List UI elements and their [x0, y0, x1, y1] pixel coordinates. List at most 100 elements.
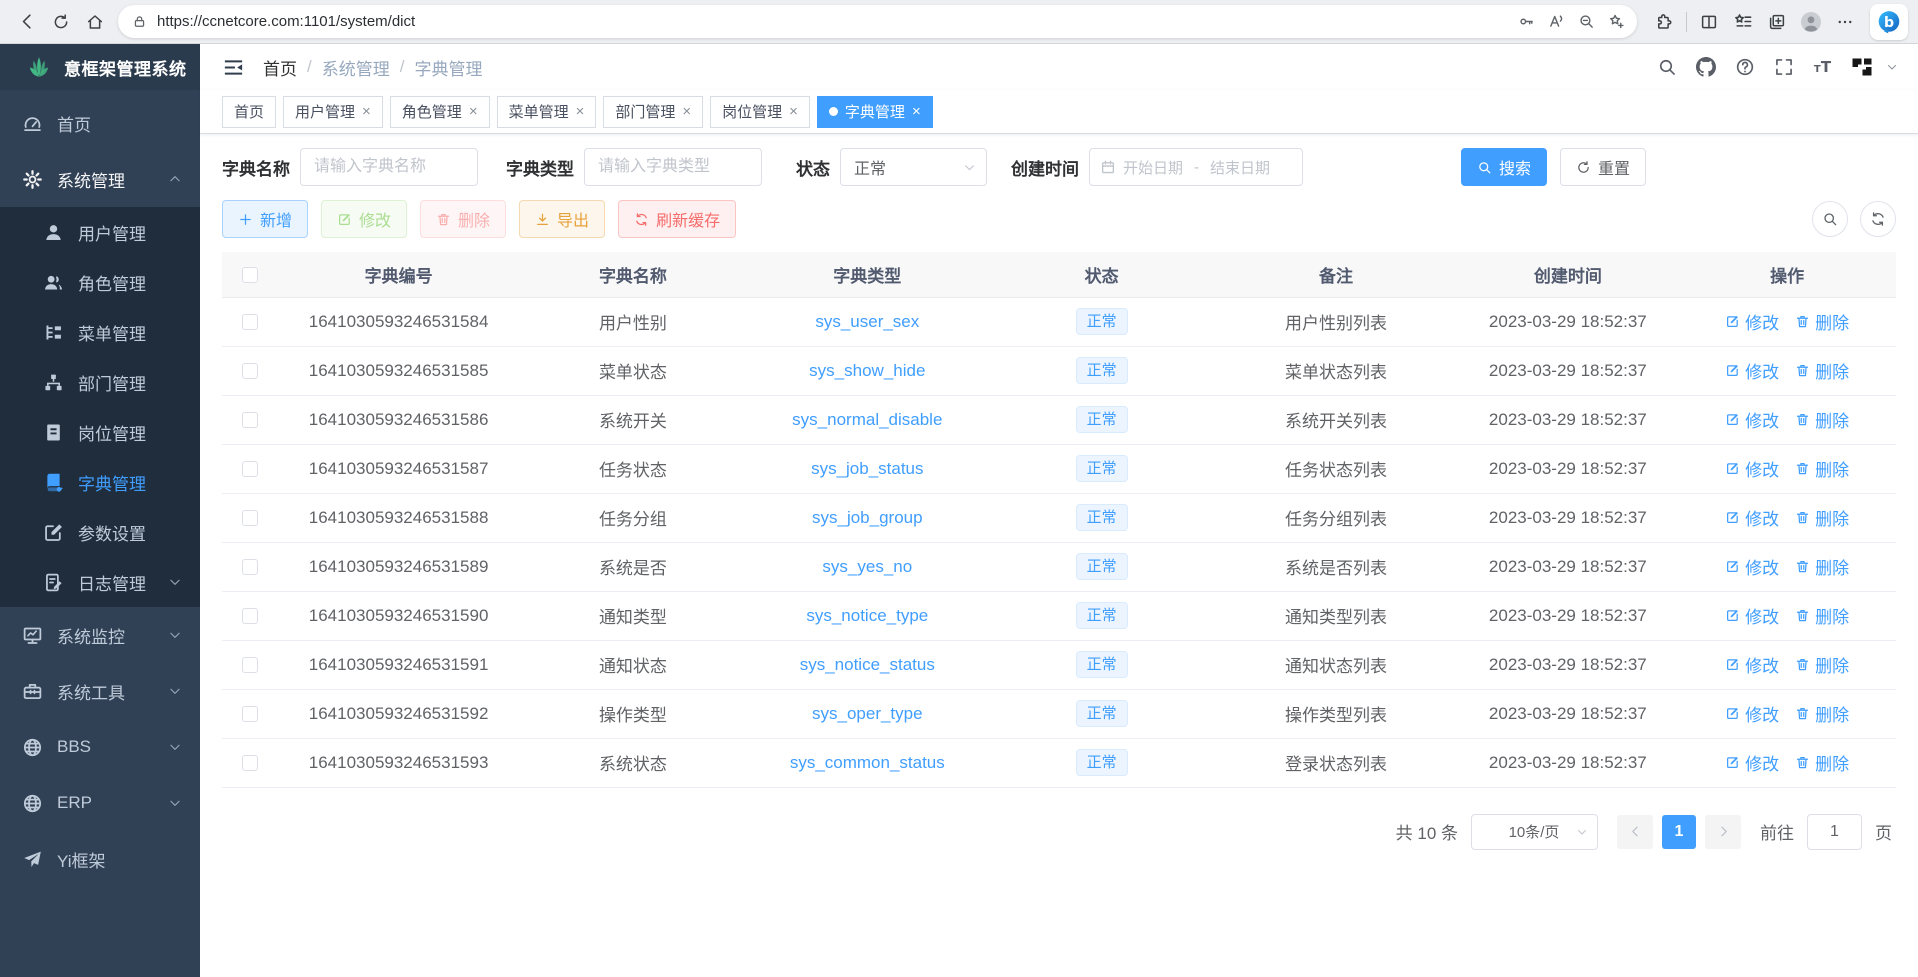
extensions-icon[interactable]	[1647, 5, 1681, 39]
row-delete-link[interactable]: 删除	[1795, 750, 1849, 775]
row-checkbox[interactable]	[242, 363, 258, 379]
tab-close-icon[interactable]: ×	[912, 104, 921, 119]
row-delete-link[interactable]: 删除	[1795, 554, 1849, 579]
sidebar-item-log[interactable]: 日志管理	[0, 557, 200, 607]
tab-close-icon[interactable]: ×	[362, 104, 371, 119]
row-checkbox[interactable]	[242, 314, 258, 330]
sidebar-item-globe[interactable]: ERP	[0, 775, 200, 831]
row-checkbox[interactable]	[242, 657, 258, 673]
row-checkbox[interactable]	[242, 461, 258, 477]
bing-chat-icon[interactable]: b	[1870, 4, 1908, 40]
dict-type-link[interactable]: sys_oper_type	[812, 704, 923, 723]
row-checkbox[interactable]	[242, 510, 258, 526]
column-header[interactable]: 状态	[989, 252, 1215, 297]
read-aloud-icon[interactable]	[1541, 7, 1571, 37]
search-button[interactable]: 搜索	[1461, 148, 1547, 186]
column-header[interactable]: 字典类型	[746, 252, 989, 297]
breadcrumb-home[interactable]: 首页	[263, 55, 297, 80]
sidebar-item-edit[interactable]: 参数设置	[0, 507, 200, 557]
tab-用户管理[interactable]: 用户管理×	[283, 96, 383, 128]
collections-icon[interactable]	[1760, 5, 1794, 39]
sidebar-item-globe[interactable]: BBS	[0, 719, 200, 775]
row-delete-link[interactable]: 删除	[1795, 407, 1849, 432]
page-size-select[interactable]: 10条/页	[1471, 814, 1598, 850]
row-delete-link[interactable]: 删除	[1795, 309, 1849, 334]
tab-close-icon[interactable]: ×	[576, 104, 585, 119]
dict-type-link[interactable]: sys_yes_no	[822, 557, 912, 576]
dict-type-link[interactable]: sys_common_status	[790, 753, 945, 772]
row-delete-link[interactable]: 删除	[1795, 603, 1849, 628]
row-edit-link[interactable]: 修改	[1725, 652, 1779, 677]
dict-type-link[interactable]: sys_notice_type	[806, 606, 928, 625]
yi-logo-avatar[interactable]	[1847, 52, 1877, 82]
row-edit-link[interactable]: 修改	[1725, 358, 1779, 383]
row-delete-link[interactable]: 删除	[1795, 701, 1849, 726]
row-edit-link[interactable]: 修改	[1725, 554, 1779, 579]
toggle-search-icon[interactable]	[1812, 201, 1848, 237]
export-button[interactable]: 导出	[519, 200, 605, 238]
page-number-current[interactable]: 1	[1662, 815, 1696, 849]
row-edit-link[interactable]: 修改	[1725, 701, 1779, 726]
edit-button[interactable]: 修改	[321, 200, 407, 238]
font-size-icon[interactable]: TT	[1808, 52, 1838, 82]
sidebar-item-menu-tree[interactable]: 菜单管理	[0, 307, 200, 357]
reset-button[interactable]: 重置	[1560, 148, 1646, 186]
dict-type-link[interactable]: sys_job_status	[811, 459, 923, 478]
row-edit-link[interactable]: 修改	[1725, 309, 1779, 334]
refresh-cache-button[interactable]: 刷新缓存	[618, 200, 736, 238]
tab-部门管理[interactable]: 部门管理×	[603, 96, 703, 128]
split-screen-icon[interactable]	[1692, 5, 1726, 39]
home-icon[interactable]	[78, 5, 112, 39]
dict-type-link[interactable]: sys_notice_status	[800, 655, 935, 674]
url-bar[interactable]: https://ccnetcore.com:1101/system/dict	[118, 5, 1637, 38]
tab-角色管理[interactable]: 角色管理×	[390, 96, 490, 128]
app-logo[interactable]: 意框架管理系统	[0, 44, 200, 90]
back-icon[interactable]	[10, 5, 44, 39]
add-button[interactable]: 新增	[222, 200, 308, 238]
sidebar-item-toolbox[interactable]: 系统工具	[0, 663, 200, 719]
search-icon[interactable]	[1652, 52, 1682, 82]
row-delete-link[interactable]: 删除	[1795, 456, 1849, 481]
tab-菜单管理[interactable]: 菜单管理×	[497, 96, 597, 128]
row-checkbox[interactable]	[242, 559, 258, 575]
dict-type-link[interactable]: sys_normal_disable	[792, 410, 942, 429]
fullscreen-icon[interactable]	[1769, 52, 1799, 82]
tab-close-icon[interactable]: ×	[682, 104, 691, 119]
lock-icon[interactable]	[132, 14, 147, 29]
column-header[interactable]: 创建时间	[1457, 252, 1678, 297]
dict-type-link[interactable]: sys_job_group	[812, 508, 923, 527]
row-edit-link[interactable]: 修改	[1725, 456, 1779, 481]
row-checkbox[interactable]	[242, 755, 258, 771]
tab-close-icon[interactable]: ×	[789, 104, 798, 119]
github-icon[interactable]	[1691, 52, 1721, 82]
row-checkbox[interactable]	[242, 608, 258, 624]
row-edit-link[interactable]: 修改	[1725, 505, 1779, 530]
row-delete-link[interactable]: 删除	[1795, 505, 1849, 530]
row-delete-link[interactable]: 删除	[1795, 652, 1849, 677]
row-edit-link[interactable]: 修改	[1725, 407, 1779, 432]
row-checkbox[interactable]	[242, 706, 258, 722]
sidebar-item-dict-book[interactable]: 字典管理	[0, 457, 200, 507]
sidebar-item-gear[interactable]: 系统管理	[0, 151, 200, 207]
row-checkbox[interactable]	[242, 412, 258, 428]
key-icon[interactable]	[1511, 7, 1541, 37]
dict-name-input[interactable]	[300, 148, 478, 186]
status-select[interactable]: 正常	[840, 148, 987, 186]
more-icon[interactable]	[1828, 5, 1862, 39]
dict-type-link[interactable]: sys_user_sex	[815, 312, 919, 331]
column-header[interactable]: 备注	[1215, 252, 1458, 297]
refresh-icon[interactable]	[44, 5, 78, 39]
sidebar-item-badge[interactable]: 岗位管理	[0, 407, 200, 457]
row-delete-link[interactable]: 删除	[1795, 358, 1849, 383]
add-favorite-icon[interactable]	[1601, 7, 1631, 37]
tab-首页[interactable]: 首页	[222, 96, 276, 128]
delete-button[interactable]: 删除	[420, 200, 506, 238]
zoom-out-icon[interactable]	[1571, 7, 1601, 37]
column-header[interactable]: 字典名称	[520, 252, 746, 297]
column-header[interactable]: 操作	[1678, 252, 1896, 297]
date-range-picker[interactable]: 开始日期 - 结束日期	[1089, 148, 1303, 186]
sidebar-item-dashboard[interactable]: 首页	[0, 95, 200, 151]
column-header[interactable]: 字典编号	[277, 252, 520, 297]
help-icon[interactable]	[1730, 52, 1760, 82]
url-text[interactable]: https://ccnetcore.com:1101/system/dict	[157, 13, 1511, 30]
